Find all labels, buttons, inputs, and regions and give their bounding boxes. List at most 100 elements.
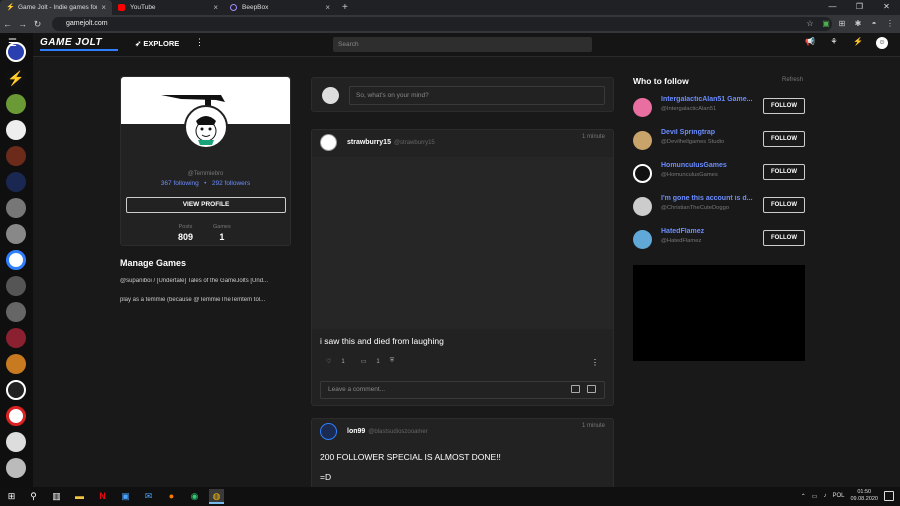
following-link[interactable]: 367 following (161, 180, 199, 187)
post-username[interactable]: lon99 (347, 428, 365, 435)
keyboard-icon[interactable] (571, 385, 580, 393)
windows-start-icon[interactable]: ⊞ (4, 489, 19, 504)
profile-avatar[interactable] (184, 105, 228, 149)
close-window-icon[interactable]: ✕ (873, 0, 900, 14)
user-handle: @IntergalacticAlan51 (661, 106, 717, 112)
more-menu-icon[interactable]: ⋮ (195, 37, 204, 48)
community-icon[interactable] (6, 120, 26, 140)
chrome-icon[interactable]: ◍ (209, 489, 224, 504)
shield-icon[interactable]: ⛨ (390, 358, 395, 365)
reload-icon[interactable]: ↻ (30, 19, 45, 30)
notification-center-icon[interactable] (884, 491, 894, 501)
menu-kebab-icon[interactable]: ⋮ (884, 17, 896, 31)
follow-button[interactable]: FOLLOW (763, 230, 805, 246)
close-tab-icon[interactable]: × (101, 3, 106, 12)
netflix-icon[interactable]: N (95, 489, 110, 504)
post-more-icon[interactable]: ⋮ (591, 358, 599, 367)
file-explorer-icon[interactable]: ▬ (72, 489, 87, 504)
community-icon[interactable] (6, 380, 26, 400)
volume-icon[interactable]: ♪ (823, 493, 826, 499)
mail-icon[interactable]: ✉ (141, 489, 156, 504)
user-avatar[interactable] (633, 164, 652, 183)
tab-youtube[interactable]: YouTube × (112, 0, 224, 15)
language-indicator[interactable]: POL (832, 493, 844, 499)
community-icon[interactable] (6, 458, 26, 478)
broadcast-icon[interactable]: 📢 (804, 37, 816, 49)
back-icon[interactable]: ← (0, 19, 15, 29)
puzzle-icon[interactable]: ✱ (852, 17, 864, 31)
user-avatar[interactable] (633, 131, 652, 150)
tray-chevron-icon[interactable]: ⌃ (801, 493, 806, 500)
community-icon[interactable] (6, 432, 26, 452)
community-icon[interactable] (6, 94, 26, 114)
community-icon[interactable] (6, 172, 26, 192)
edge-icon[interactable]: ◉ (187, 489, 202, 504)
posts-stat[interactable]: Posts 809 (178, 224, 193, 242)
community-icon[interactable] (6, 354, 26, 374)
minimize-icon[interactable]: — (819, 0, 846, 14)
community-icon[interactable] (6, 328, 26, 348)
user-avatar[interactable] (633, 230, 652, 249)
maximize-icon[interactable]: ❐ (846, 0, 873, 14)
community-icon[interactable] (6, 302, 26, 322)
tab-gamejolt[interactable]: ⚡ Game Jolt - Indie games for the love × (0, 0, 112, 15)
post-avatar[interactable] (320, 423, 337, 440)
followers-link[interactable]: 292 followers (212, 180, 250, 187)
search-input[interactable]: Search (333, 37, 592, 52)
new-tab-button[interactable]: + (342, 0, 348, 15)
like-icon[interactable]: ♡ (326, 358, 331, 365)
store-icon[interactable]: ▣ (118, 489, 133, 504)
profile-icon[interactable]: ◓ (868, 17, 880, 31)
user-avatar[interactable] (633, 98, 652, 117)
network-icon[interactable]: ▭ (812, 493, 818, 500)
firefox-icon[interactable]: ● (164, 489, 179, 504)
follow-button[interactable]: FOLLOW (763, 98, 805, 114)
user-name[interactable]: I'm gone this account is d... (661, 195, 755, 202)
manage-game-item[interactable]: play as a temmie (because @TemmieTheTemt… (120, 297, 295, 303)
post-media[interactable] (312, 157, 613, 329)
community-icon[interactable] (6, 406, 26, 426)
close-tab-icon[interactable]: × (325, 3, 330, 12)
forward-icon[interactable]: → (15, 19, 30, 29)
manage-game-item[interactable]: @supaniboi / [Undertale] Tales of the Ga… (120, 278, 295, 284)
extension-icon[interactable]: ⊞ (836, 17, 848, 31)
community-icon[interactable] (6, 276, 26, 296)
community-icon[interactable] (6, 250, 26, 270)
close-tab-icon[interactable]: × (213, 3, 218, 12)
user-name[interactable]: Devil Springtrap (661, 129, 755, 136)
user-name[interactable]: IntergalacticAlan51 Game... (661, 96, 755, 103)
extension-icon[interactable]: ▣ (820, 17, 832, 31)
friends-icon[interactable]: ⚘ (828, 37, 840, 49)
post-avatar[interactable] (320, 134, 337, 151)
comment-icon[interactable]: ▭ (361, 358, 367, 365)
user-name[interactable]: HatedFlamez (661, 228, 755, 235)
follow-button[interactable]: FOLLOW (763, 164, 805, 180)
follow-button[interactable]: FOLLOW (763, 197, 805, 213)
refresh-link[interactable]: Refresh (782, 77, 803, 83)
notifications-icon[interactable]: ⚡ (852, 37, 864, 49)
hamburger-menu-icon[interactable]: ☰ (8, 38, 20, 50)
post-username[interactable]: strawburry15 (347, 139, 391, 146)
image-icon[interactable] (587, 385, 596, 393)
task-view-icon[interactable]: ▥ (49, 489, 64, 504)
user-name[interactable]: HomunculusGames (661, 162, 755, 169)
user-avatar[interactable]: ☺ (876, 37, 888, 49)
clock[interactable]: 01:50 09.08.2020 (850, 489, 878, 503)
bookmark-star-icon[interactable]: ☆ (804, 17, 816, 31)
tab-beepbox[interactable]: BeepBox × (224, 0, 336, 15)
community-icon[interactable]: ⚡ (6, 68, 26, 88)
explore-link[interactable]: ➶ EXPLORE (135, 39, 179, 48)
community-icon[interactable] (6, 224, 26, 244)
follow-button[interactable]: FOLLOW (763, 131, 805, 147)
games-stat[interactable]: Games 1 (213, 224, 231, 242)
search-icon[interactable]: ⚲ (26, 489, 41, 504)
gamejolt-logo[interactable]: GAME JOLT (40, 37, 118, 51)
community-icon[interactable] (6, 198, 26, 218)
user-avatar[interactable] (633, 197, 652, 216)
ad-slot[interactable] (633, 265, 805, 361)
composer-input[interactable]: So, what's on your mind? (349, 86, 605, 105)
view-profile-button[interactable]: VIEW PROFILE (126, 197, 286, 213)
comment-input[interactable]: Leave a comment... (320, 381, 605, 399)
address-bar[interactable]: gamejolt.com (52, 17, 832, 31)
community-icon[interactable] (6, 146, 26, 166)
